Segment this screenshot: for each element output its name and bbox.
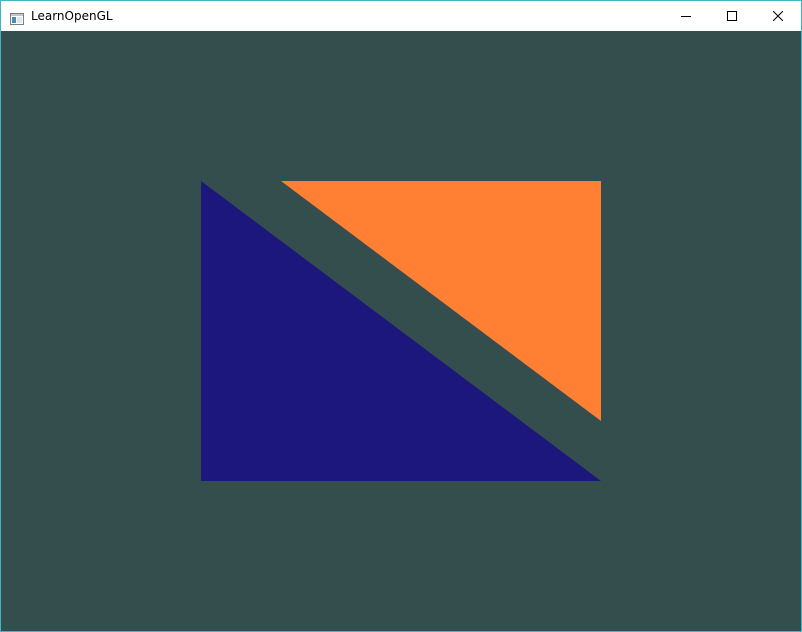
maximize-button[interactable] [709, 1, 755, 31]
render-canvas [1, 31, 801, 631]
minimize-button[interactable] [663, 1, 709, 31]
close-button[interactable] [755, 1, 801, 31]
close-icon [773, 11, 783, 21]
maximize-icon [727, 11, 737, 21]
app-window: LearnOpenGL [0, 0, 802, 632]
title-bar[interactable]: LearnOpenGL [1, 1, 801, 31]
app-window-icon [10, 10, 24, 25]
minimize-icon [681, 11, 691, 21]
gl-viewport[interactable] [1, 31, 801, 631]
window-title: LearnOpenGL [31, 9, 113, 23]
